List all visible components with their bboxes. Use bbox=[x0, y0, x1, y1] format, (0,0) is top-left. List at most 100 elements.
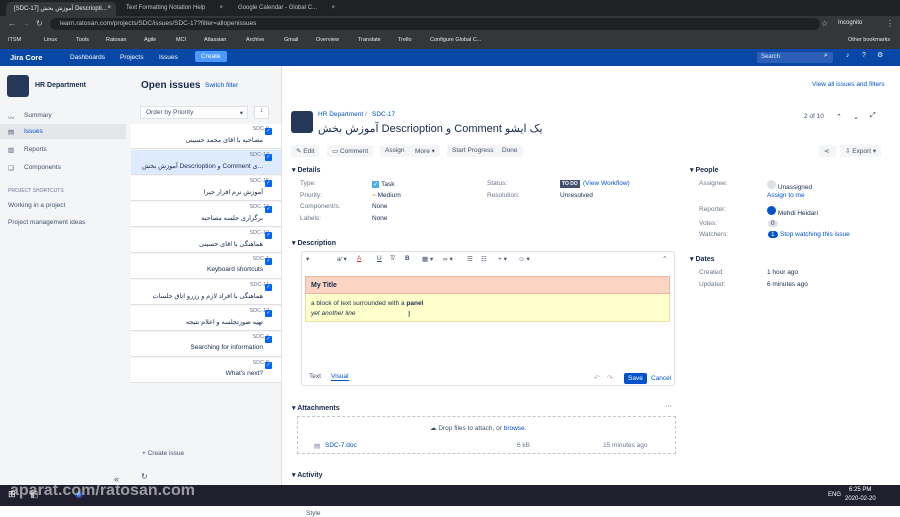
bell-icon[interactable]: ♪ bbox=[846, 52, 850, 59]
order-select[interactable]: Order by Priority ▾ bbox=[140, 106, 248, 119]
bookmark[interactable]: Trello bbox=[398, 37, 412, 43]
panel-body[interactable]: a block of text surrounded with a panel … bbox=[305, 294, 670, 322]
text-color-icon[interactable]: A bbox=[357, 255, 361, 262]
issue-title[interactable]: آموزش بخش Descrioption و Comment یک ایشو bbox=[318, 122, 543, 135]
people-toggle[interactable]: ▾ People bbox=[690, 166, 718, 174]
breadcrumb-key[interactable]: SDC-17 bbox=[372, 111, 395, 118]
list-item[interactable]: SDC-8 ✓ What's next? bbox=[131, 358, 281, 383]
clock-date[interactable]: 2020-02-20 bbox=[845, 496, 876, 502]
bookmark[interactable]: ITSM bbox=[8, 37, 21, 43]
bookmark[interactable]: Tools bbox=[76, 37, 89, 43]
nav-issues[interactable]: Issues bbox=[159, 54, 178, 61]
reporter-value[interactable]: Mehdi Heidari bbox=[767, 206, 818, 217]
description-toggle[interactable]: ▾ Description bbox=[292, 239, 336, 247]
numbered-list-icon[interactable]: ☷ bbox=[481, 255, 487, 263]
settings-icon[interactable]: ⚙ bbox=[877, 51, 883, 59]
back-icon[interactable]: ← bbox=[8, 19, 16, 28]
watchers-badge[interactable]: 1 bbox=[768, 231, 778, 238]
switch-filter-link[interactable]: Switch filter bbox=[205, 82, 238, 89]
bookmark[interactable]: Atlassian bbox=[204, 37, 226, 43]
cancel-button[interactable]: Cancel bbox=[651, 375, 671, 382]
sidebar-item-issues[interactable]: Issues bbox=[24, 128, 43, 135]
list-item[interactable]: SDC-13 ✓ برگزاری جلسه مصاحبه bbox=[131, 202, 281, 227]
tab-text[interactable]: Text bbox=[309, 373, 321, 380]
sort-direction-button[interactable]: ↓ bbox=[254, 106, 269, 119]
project-name[interactable]: HR Department bbox=[35, 82, 86, 89]
browser-tab-calendar[interactable]: Google Calendar - Global C... × bbox=[230, 2, 340, 16]
breadcrumb-project[interactable]: HR Department bbox=[318, 111, 363, 118]
bookmark[interactable]: Configure Global C... bbox=[430, 37, 481, 43]
bookmark[interactable]: Translate bbox=[358, 37, 381, 43]
close-icon[interactable]: × bbox=[107, 5, 111, 11]
shortcut-working[interactable]: Working in a project bbox=[8, 202, 65, 209]
list-item[interactable]: SDC-11 ✓ هماهنگی با افراد لازم و رزرو اتاق… bbox=[131, 280, 281, 305]
list-item[interactable]: SDC-1 ✓ Keyboard shortcuts bbox=[131, 254, 281, 279]
language-indicator[interactable]: ENG bbox=[828, 492, 841, 498]
assign-button[interactable]: Assign bbox=[380, 145, 410, 157]
create-button[interactable]: Create bbox=[195, 51, 227, 62]
close-icon[interactable]: × bbox=[219, 5, 223, 11]
expand-icon[interactable]: ⤢ bbox=[870, 112, 876, 120]
bookmark[interactable]: Linux bbox=[44, 37, 57, 43]
bookmark[interactable]: Other bookmarks bbox=[848, 37, 890, 43]
browser-tab-issue[interactable]: [SDC-17] آموزش بخش Descriopti... × bbox=[6, 2, 116, 16]
sidebar-item-reports[interactable]: Reports bbox=[24, 146, 47, 153]
link-icon[interactable]: ∞ ▾ bbox=[443, 255, 453, 263]
bookmark[interactable]: MCI bbox=[176, 37, 186, 43]
done-button[interactable]: Done bbox=[497, 145, 523, 157]
share-icon[interactable]: ⋖ bbox=[819, 145, 836, 157]
collapse-toolbar-icon[interactable]: ⌃ bbox=[662, 255, 667, 263]
menu-icon[interactable]: ⋮ bbox=[886, 19, 894, 28]
list-item[interactable]: SDC-9 ✓ مصاحبه با اقای محمد حسینی bbox=[131, 124, 281, 149]
table-icon[interactable]: ▦ ▾ bbox=[422, 255, 433, 263]
dates-toggle[interactable]: ▾ Dates bbox=[690, 255, 715, 263]
panel-title[interactable]: My Title bbox=[305, 276, 670, 294]
attachments-menu-icon[interactable]: ··· bbox=[665, 403, 672, 410]
incognito-label[interactable]: Incognito bbox=[838, 20, 862, 26]
url-field[interactable]: learn.ratosan.com/projects/SDC/issues/SD… bbox=[50, 18, 820, 30]
shortcut-ideas[interactable]: Project management ideas bbox=[8, 219, 85, 226]
nav-dashboards[interactable]: Dashboards bbox=[70, 54, 105, 61]
insert-icon[interactable]: + ▾ bbox=[498, 255, 507, 263]
list-item[interactable]: SDC-12 ✓ تهیه صورتجلسه و اعلام نتیجه bbox=[131, 306, 281, 331]
browse-link[interactable]: browse. bbox=[504, 425, 527, 432]
emoji-icon[interactable]: ☺ ▾ bbox=[518, 255, 530, 263]
comment-button[interactable]: ▭ Comment bbox=[327, 145, 374, 157]
list-item[interactable]: SDC-17 ✓ آموزش بخش Descrioption و Comment … bbox=[131, 150, 281, 175]
status-badge[interactable]: TO DO bbox=[560, 180, 580, 188]
help-icon[interactable]: ? bbox=[862, 52, 866, 59]
browser-tab-help[interactable]: Text Formatting Notation Help × bbox=[118, 2, 228, 16]
search-icon[interactable]: ⌕ bbox=[824, 52, 828, 60]
chevron-down-icon[interactable]: ⌄ bbox=[853, 113, 859, 121]
bookmark[interactable]: Ratosan bbox=[106, 37, 127, 43]
bookmark[interactable]: Gmail bbox=[284, 37, 298, 43]
bold-icon[interactable]: B bbox=[405, 255, 410, 262]
attachments-toggle[interactable]: ▾ Attachments bbox=[292, 404, 340, 412]
save-button[interactable]: Save bbox=[624, 373, 647, 384]
votes-badge[interactable]: 0 bbox=[768, 220, 778, 227]
create-issue-link[interactable]: + Create issue bbox=[142, 450, 184, 457]
list-item[interactable]: SDC-4 ✓ Searching for information bbox=[131, 332, 281, 357]
underline-icon[interactable]: U bbox=[377, 255, 382, 262]
search-input[interactable]: Search bbox=[757, 52, 833, 63]
sidebar-item-components[interactable]: Components bbox=[24, 164, 61, 171]
details-toggle[interactable]: ▾ Details bbox=[292, 166, 320, 174]
refresh-icon[interactable]: ↻ bbox=[141, 472, 148, 481]
sidebar-item-summary[interactable]: Summary bbox=[24, 112, 52, 119]
bookmark[interactable]: Agile bbox=[144, 37, 156, 43]
clock-time[interactable]: 6:25 PM bbox=[849, 487, 871, 493]
redo-icon[interactable]: ↷ bbox=[607, 374, 613, 382]
view-workflow-link[interactable]: (View Workflow) bbox=[583, 180, 630, 187]
clear-format-icon[interactable]: T̸ bbox=[390, 255, 394, 262]
export-button[interactable]: ⇩ Export ▾ bbox=[840, 145, 882, 157]
start-progress-button[interactable]: Start Progress bbox=[447, 145, 499, 157]
list-item[interactable]: SDC-15 ✓ آموزش نرم افزار جیرا bbox=[131, 176, 281, 201]
close-icon[interactable]: × bbox=[331, 5, 335, 11]
nav-projects[interactable]: Projects bbox=[120, 54, 143, 61]
reload-icon[interactable]: ↻ bbox=[36, 19, 43, 28]
attachment-file[interactable]: SDC-7.doc bbox=[325, 442, 357, 449]
forward-icon[interactable]: → bbox=[22, 19, 30, 28]
bookmark[interactable]: Overview bbox=[316, 37, 339, 43]
activity-toggle[interactable]: ▾ Activity bbox=[292, 471, 323, 479]
view-all-link[interactable]: View all issues and filters bbox=[812, 81, 885, 88]
